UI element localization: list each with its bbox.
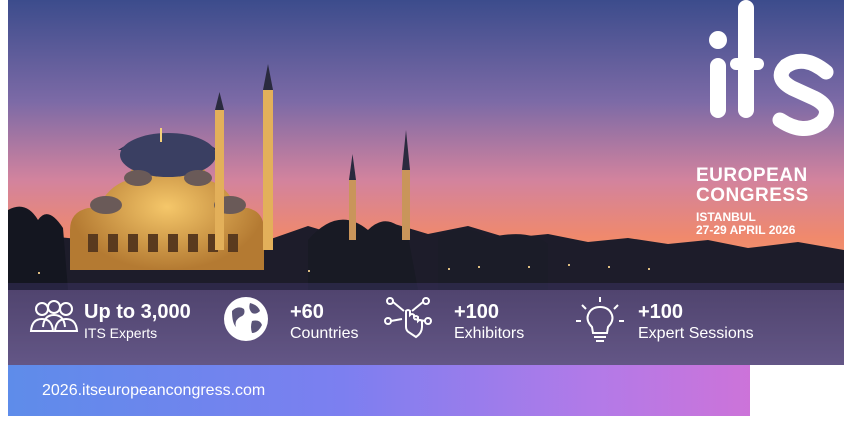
- event-dates: 27-29 APRIL 2026: [696, 223, 796, 237]
- stat-exhibitors-label: Exhibitors: [454, 325, 525, 342]
- event-city: ISTANBUL: [696, 210, 756, 224]
- stats-bar: Up to 3,000 ITS Experts +60 Countries +1…: [8, 283, 844, 365]
- stat-countries-label: Countries: [290, 325, 359, 342]
- congress-title-block: EUROPEAN CONGRESS ISTANBUL 27-29 APRIL 2…: [696, 166, 809, 236]
- people-icon: [29, 300, 79, 332]
- stat-sessions-number: +100: [638, 301, 684, 323]
- website-link[interactable]: 2026.itseuropeancongress.com: [42, 382, 265, 400]
- stat-exhibitors-number: +100: [454, 301, 500, 323]
- lightbulb-icon: [576, 297, 624, 342]
- stat-sessions-label: Expert Sessions: [638, 325, 754, 342]
- title-line-congress: CONGRESS: [696, 185, 809, 206]
- stat-experts-number: Up to 3,000: [84, 301, 191, 323]
- network-hand-icon: [384, 297, 432, 339]
- corner-cutout: [750, 365, 844, 421]
- website-bar[interactable]: 2026.itseuropeancongress.com: [8, 365, 844, 416]
- stat-countries-number: +60: [290, 301, 324, 323]
- stat-experts-label: ITS Experts: [84, 325, 158, 341]
- title-line-european: EUROPEAN: [696, 165, 808, 186]
- event-banner: EUROPEAN CONGRESS ISTANBUL 27-29 APRIL 2…: [8, 0, 844, 416]
- globe-icon: [224, 297, 268, 341]
